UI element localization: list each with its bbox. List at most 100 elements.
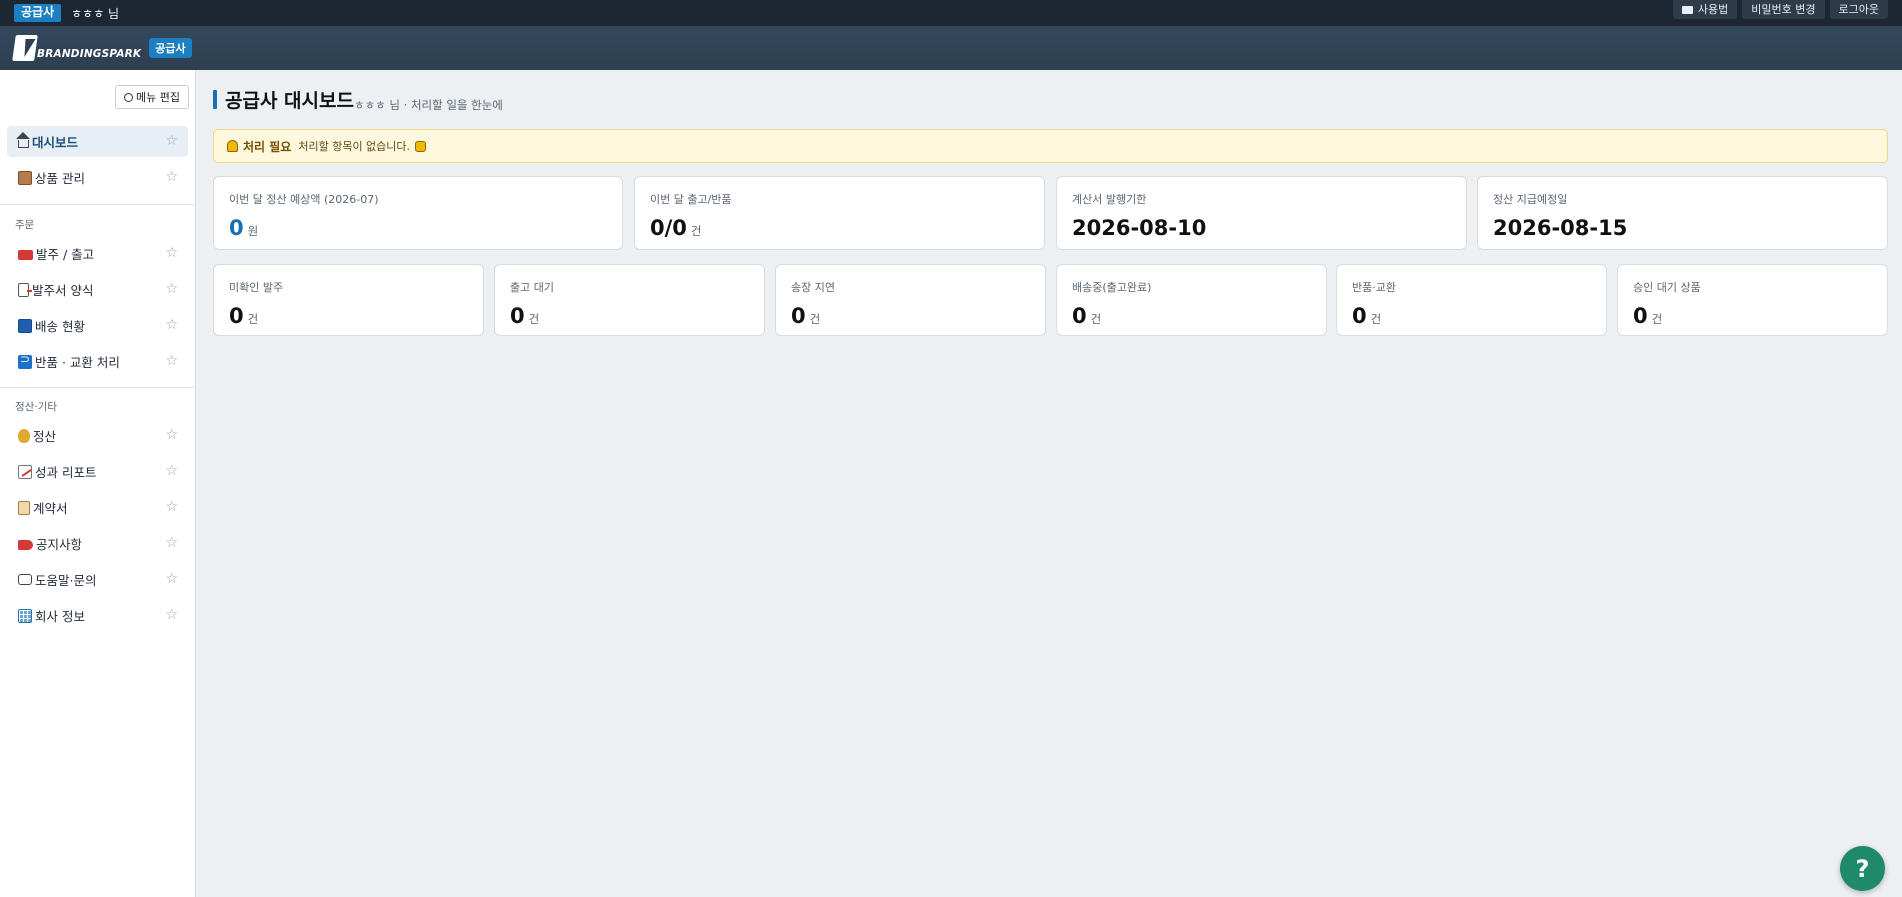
card-returns-exchanges[interactable]: 반품·교환 0 건 (1336, 264, 1607, 336)
section-label-settlement: 정산·기타 (15, 401, 57, 413)
sidebar-item-label: 발주 / 출고 (36, 247, 95, 262)
card-value: 0 건 (1633, 304, 1872, 328)
help-button[interactable]: ? (1840, 846, 1885, 891)
sidebar-item-label: 계약서 (33, 501, 68, 516)
megaphone-icon (18, 539, 33, 550)
brand-logo[interactable]: BRANDINGSPARK (12, 35, 142, 61)
sidebar-item-performance-report[interactable]: 성과 리포트 ☆ (7, 456, 188, 487)
sidebar-item-notices[interactable]: 공지사항 ☆ (7, 528, 188, 559)
card-label: 이번 달 정산 예상액 (2026-07) (229, 193, 379, 206)
sidebar-item-order-form[interactable]: 발주서 양식 ☆ (7, 274, 188, 305)
card-label: 반품·교환 (1352, 281, 1396, 294)
manual-button[interactable]: 사용법 (1672, 0, 1738, 19)
sidebar-item-delivery-status[interactable]: 배송 현황 ☆ (7, 310, 188, 341)
sidebar-item-label: 도움말·문의 (35, 573, 97, 588)
sidebar-item-label: 상품 관리 (35, 171, 85, 186)
logout-button[interactable]: 로그아웃 (1829, 0, 1888, 19)
sidebar-item-products[interactable]: 상품 관리 ☆ (7, 162, 188, 193)
sidebar-divider (0, 204, 195, 205)
card-value-number: 0 (1352, 304, 1367, 328)
card-unit: 건 (247, 312, 259, 326)
favorite-star-icon[interactable]: ☆ (165, 133, 178, 149)
sidebar-item-help[interactable]: 도움말·문의 ☆ (7, 564, 188, 595)
card-label: 송장 지연 (791, 281, 835, 294)
menu-edit-button[interactable]: 메뉴 편집 (115, 85, 189, 109)
favorite-star-icon[interactable]: ☆ (165, 245, 178, 261)
card-label: 승인 대기 상품 (1633, 281, 1701, 294)
favorite-star-icon[interactable]: ☆ (165, 607, 178, 623)
chart-icon (18, 464, 32, 479)
alert-title: 처리 필요 (243, 139, 292, 154)
card-unit: 건 (809, 312, 821, 326)
lightning-logo-icon (12, 35, 38, 61)
card-label: 정산 지급예정일 (1493, 193, 1568, 206)
logo-text: BRANDINGSPARK (37, 48, 142, 60)
change-password-button[interactable]: 비밀번호 변경 (1742, 0, 1825, 19)
card-payment-date[interactable]: 정산 지급예정일 2026-08-15 (1477, 176, 1888, 250)
return-icon (18, 352, 32, 369)
sidebar-item-label: 배송 현황 (35, 319, 85, 334)
card-label: 미확인 발주 (229, 281, 284, 294)
card-value: 0 원 (229, 216, 607, 240)
thumbs-up-icon (415, 140, 427, 152)
change-password-label: 비밀번호 변경 (1751, 3, 1816, 16)
sidebar-item-returns[interactable]: 반품 · 교환 처리 ☆ (7, 346, 188, 377)
favorite-star-icon[interactable]: ☆ (165, 535, 178, 551)
favorite-star-icon[interactable]: ☆ (165, 281, 178, 297)
sidebar-item-label: 공지사항 (36, 537, 83, 552)
favorite-star-icon[interactable]: ☆ (165, 353, 178, 369)
book-icon (18, 318, 32, 333)
sidebar-item-orders-shipping[interactable]: 발주 / 출고 ☆ (7, 238, 188, 269)
card-value-number: 2026-08-10 (1072, 216, 1207, 240)
card-monthly-shipments-returns[interactable]: 이번 달 출고/반품 0/0 건 (634, 176, 1045, 250)
section-label-orders: 주문 (15, 219, 35, 231)
home-icon (16, 132, 30, 148)
card-label: 출고 대기 (510, 281, 554, 294)
sidebar-item-dashboard[interactable]: 대시보드 ☆ (7, 126, 188, 157)
sidebar-item-label: 대시보드 (32, 135, 79, 150)
action-required-alert: 처리 필요 처리할 항목이 없습니다. (213, 129, 1888, 163)
app-header: BRANDINGSPARK 공급사 (0, 26, 1902, 70)
card-in-delivery[interactable]: 배송중(출고완료) 0 건 (1056, 264, 1327, 336)
chat-icon (18, 574, 32, 585)
card-invoice-delay[interactable]: 송장 지연 0 건 (775, 264, 1046, 336)
box-icon (18, 170, 32, 185)
sidebar-item-company-info[interactable]: 회사 정보 ☆ (7, 600, 188, 631)
card-value: 0/0 건 (650, 216, 1029, 240)
logout-label: 로그아웃 (1838, 3, 1879, 16)
card-value: 0 건 (1072, 304, 1311, 328)
sidebar-item-label: 회사 정보 (35, 609, 85, 624)
sidebar-item-contract[interactable]: 계약서 ☆ (7, 492, 188, 523)
favorite-star-icon[interactable]: ☆ (165, 317, 178, 333)
card-value: 0 건 (1352, 304, 1591, 328)
favorite-star-icon[interactable]: ☆ (165, 571, 178, 587)
role-badge: 공급사 (14, 4, 62, 22)
card-expected-settlement[interactable]: 이번 달 정산 예상액 (2026-07) 0 원 (213, 176, 623, 250)
favorite-star-icon[interactable]: ☆ (165, 499, 178, 515)
card-pending-approval-products[interactable]: 승인 대기 상품 0 건 (1617, 264, 1888, 336)
bell-icon (227, 140, 238, 152)
title-accent-bar (213, 90, 217, 109)
card-value-number: 0 (229, 304, 244, 328)
sidebar: 메뉴 편집 대시보드 ☆ 상품 관리 ☆ 주문 발주 / 출고 ☆ 발주서 양식… (0, 70, 196, 897)
top-actions: 사용법 비밀번호 변경 로그아웃 (1672, 0, 1888, 19)
card-value: 0 건 (510, 304, 749, 328)
scroll-icon (18, 500, 30, 515)
page-title: 공급사 대시보드 (225, 90, 354, 112)
document-icon (18, 282, 32, 297)
card-awaiting-shipment[interactable]: 출고 대기 0 건 (494, 264, 765, 336)
card-invoice-deadline[interactable]: 계산서 발행기한 2026-08-10 (1056, 176, 1467, 250)
sidebar-item-settlement[interactable]: 정산 ☆ (7, 420, 188, 451)
header-role-badge: 공급사 (149, 38, 192, 58)
favorite-star-icon[interactable]: ☆ (165, 169, 178, 185)
favorite-star-icon[interactable]: ☆ (165, 463, 178, 479)
user-name: ㅎㅎㅎ 님 (71, 6, 120, 21)
card-unit: 건 (1651, 312, 1663, 326)
card-value-number: 0 (791, 304, 806, 328)
card-label: 이번 달 출고/반품 (650, 193, 732, 206)
favorite-star-icon[interactable]: ☆ (165, 427, 178, 443)
card-value-number: 0/0 (650, 216, 687, 240)
book-icon (1681, 5, 1693, 14)
truck-icon (18, 249, 33, 260)
card-unconfirmed-orders[interactable]: 미확인 발주 0 건 (213, 264, 484, 336)
